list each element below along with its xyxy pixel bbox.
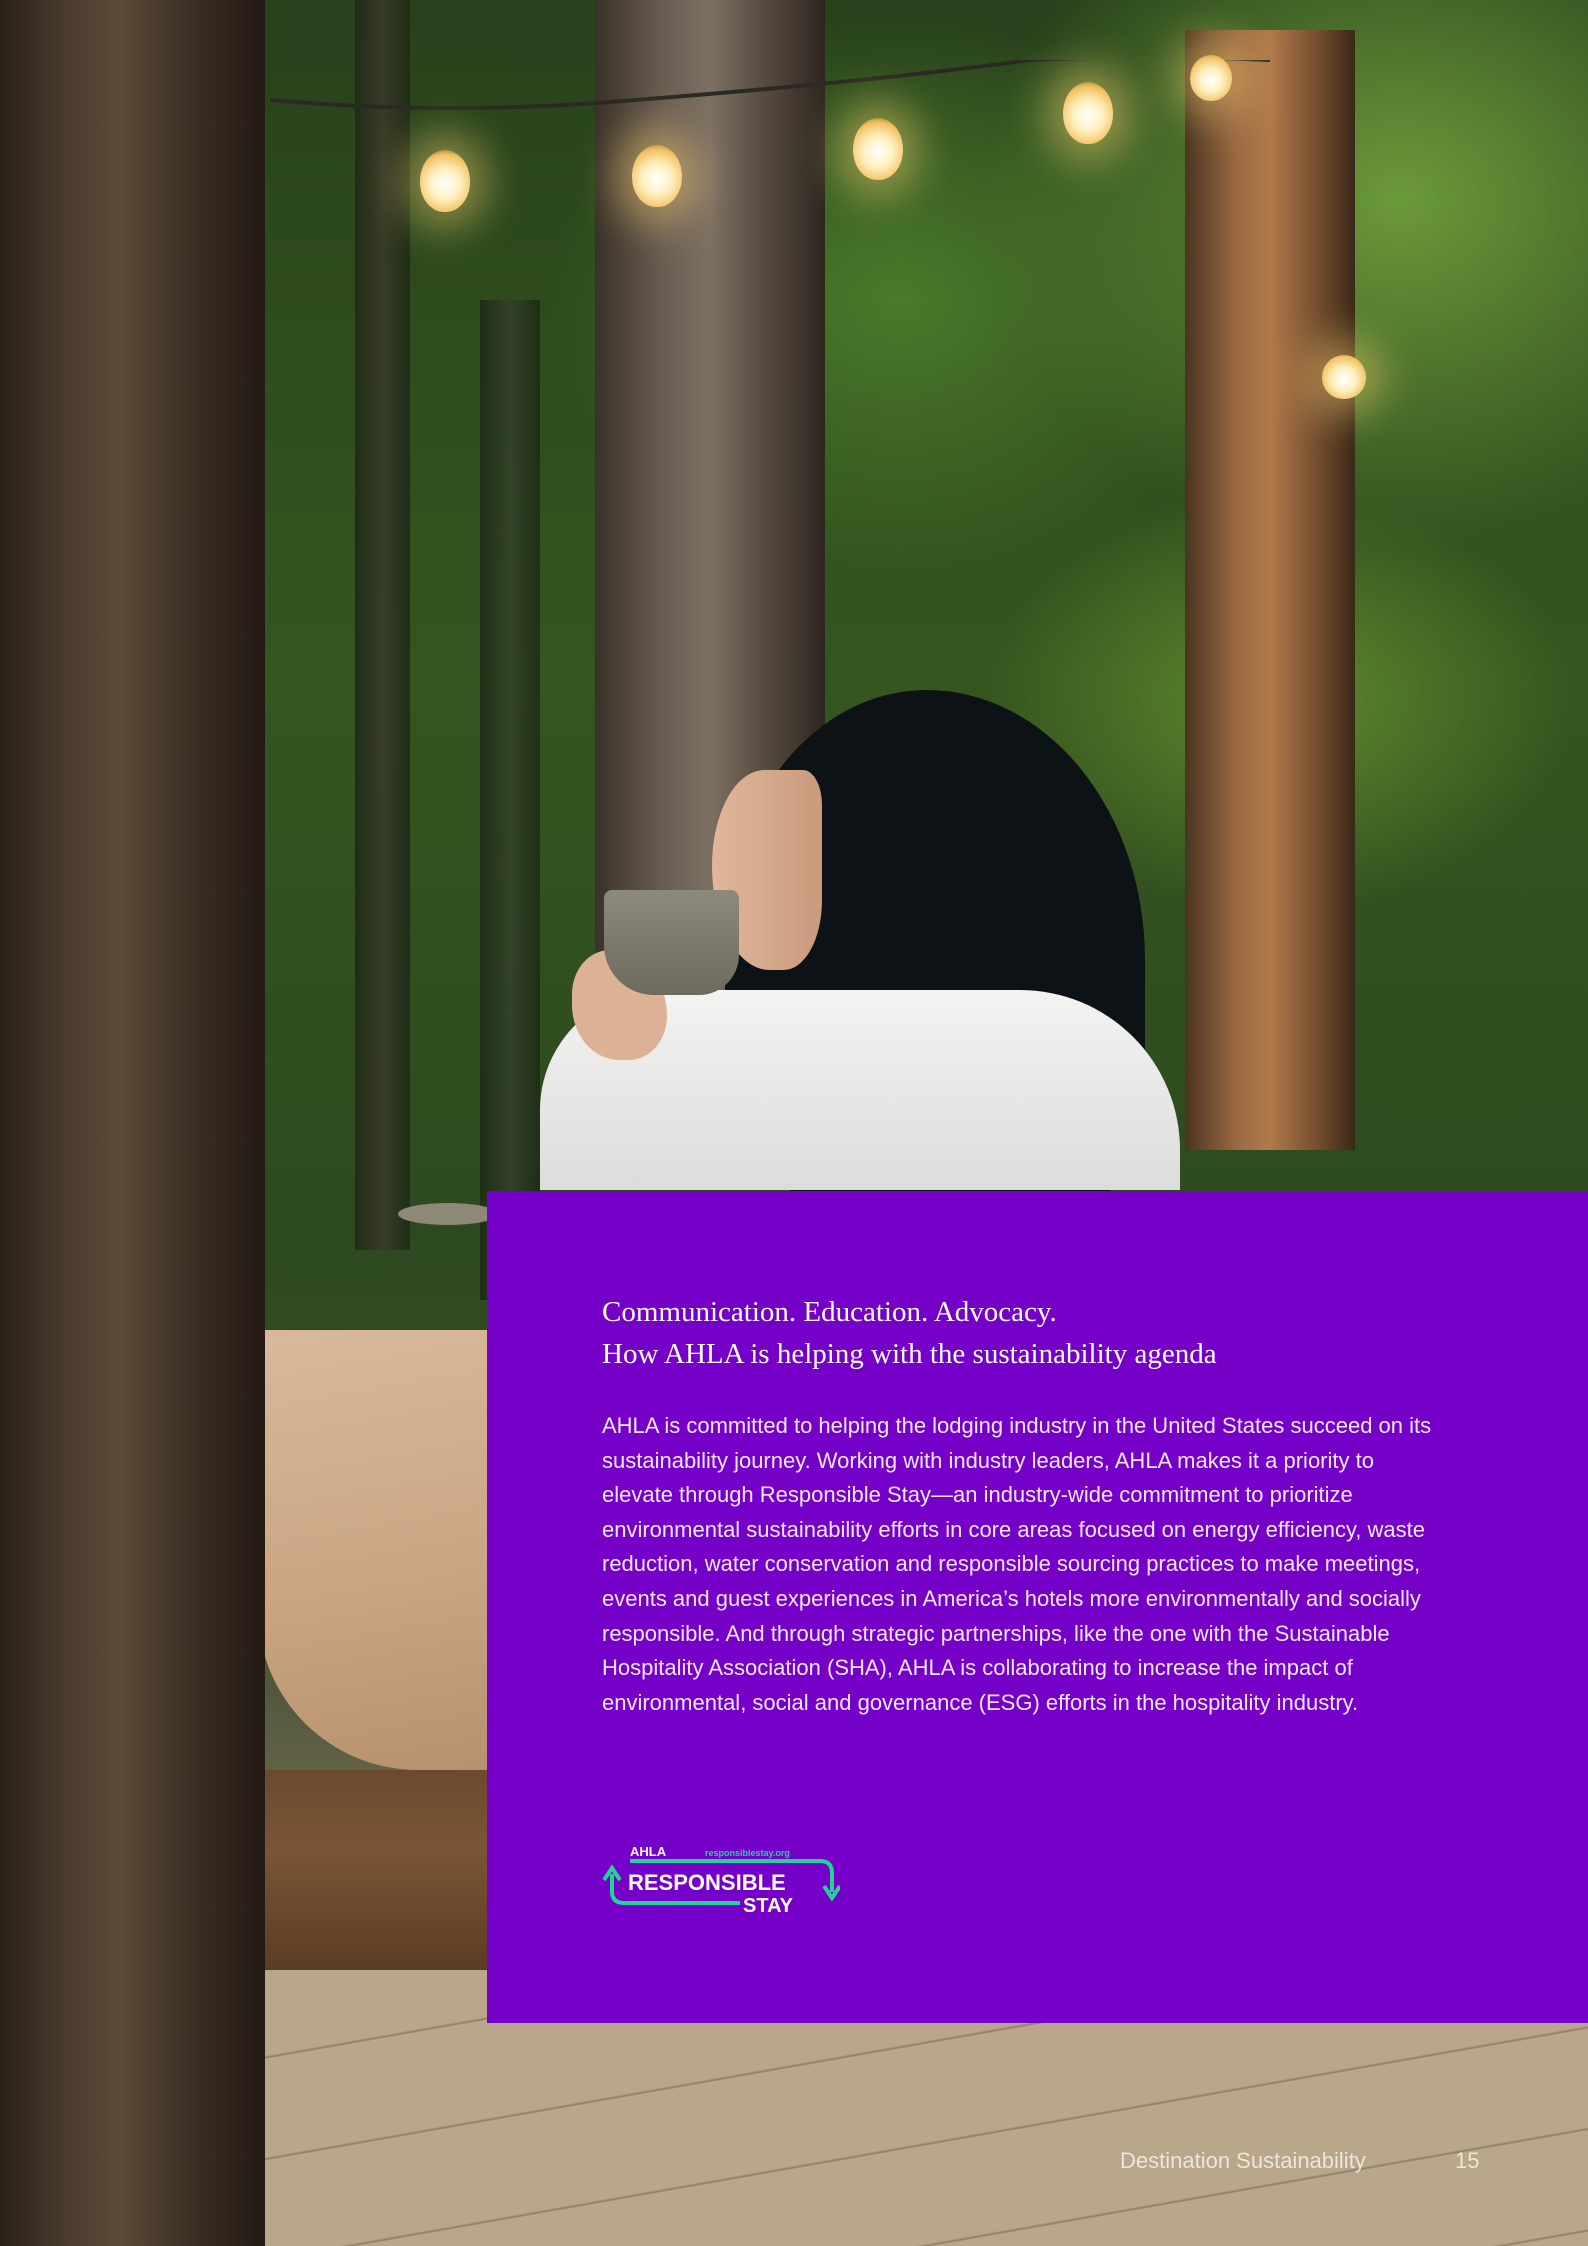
string-lights-wire [270, 60, 1270, 111]
logo-org: AHLA [630, 1844, 667, 1859]
panel-heading: Communication. Education. Advocacy. How … [602, 1291, 1502, 1375]
coffee-cup [604, 890, 739, 995]
panel-body-text: AHLA is committed to helping the lodging… [602, 1413, 1432, 1715]
wooden-bench [258, 1770, 488, 1970]
light-bulb [853, 118, 903, 180]
light-bulb [1190, 55, 1232, 101]
light-bulb [632, 145, 682, 207]
footer-title: Destination Sustainability [1120, 2148, 1366, 2173]
logo-line-1: RESPONSIBLE [628, 1870, 786, 1895]
content-panel: Communication. Education. Advocacy. How … [487, 1191, 1588, 2023]
saucer [398, 1203, 498, 1225]
light-bulb [1322, 355, 1366, 399]
tree-trunk-right [1185, 30, 1355, 1150]
page-number: 15 [1455, 2148, 1480, 2173]
tree-trunk-left [0, 0, 265, 2246]
light-bulb [1063, 82, 1113, 144]
logo-line-2: STAY [743, 1895, 794, 1917]
heading-line-2: How AHLA is helping with the sustainabil… [602, 1338, 1217, 1370]
person-legs [258, 1330, 488, 1770]
light-bulb [420, 150, 470, 212]
responsible-stay-logo: AHLA responsiblestay.org RESPONSIBLE STA… [602, 1844, 840, 1917]
heading-line-1: Communication. Education. Advocacy. [602, 1296, 1057, 1328]
logo-url: responsiblestay.org [705, 1848, 790, 1858]
background-tree-trunk [355, 0, 410, 1250]
background-tree-trunk [480, 300, 540, 1300]
